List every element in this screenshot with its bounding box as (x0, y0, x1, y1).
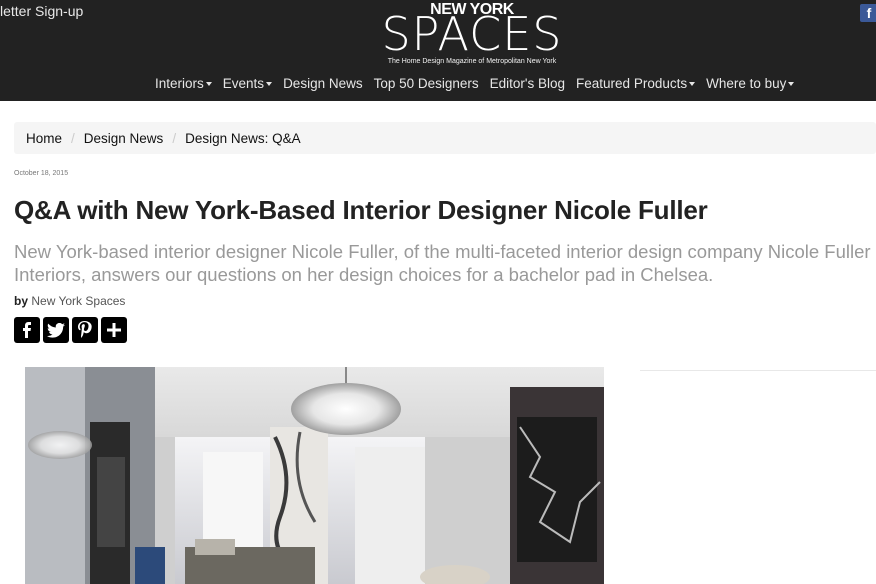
nav-item-where-to-buy[interactable]: Where to buy (706, 76, 795, 96)
caret-down-icon (788, 82, 795, 87)
article-byline: by New York Spaces (14, 294, 125, 308)
breadcrumb: Home / Design News / Design News: Q&A (14, 122, 876, 154)
author-link[interactable]: New York Spaces (31, 294, 125, 308)
more-share-icon[interactable] (101, 317, 127, 343)
breadcrumb-separator: / (71, 130, 75, 146)
site-logo[interactable]: NEW YORK SPACES The Home Design Magazine… (380, 2, 564, 72)
breadcrumb-home[interactable]: Home (26, 131, 62, 146)
nav-item-design-news[interactable]: Design News (283, 76, 363, 96)
sidebar-divider (640, 370, 876, 371)
nav-item-interiors[interactable]: Interiors (155, 76, 212, 96)
nav-label: Where to buy (706, 76, 787, 91)
nav-item-top-50-designers[interactable]: Top 50 Designers (374, 76, 479, 96)
twitter-share-icon[interactable] (43, 317, 69, 343)
breadcrumb-current: Design News: Q&A (185, 130, 301, 146)
main-nav: Interiors Events Design News Top 50 Desi… (155, 76, 805, 96)
nav-label: Interiors (155, 76, 204, 91)
caret-down-icon (266, 82, 273, 87)
nav-item-editors-blog[interactable]: Editor's Blog (490, 76, 565, 96)
facebook-share-icon[interactable] (14, 317, 40, 343)
nav-label: Featured Products (576, 76, 688, 91)
logo-main-text: SPACES (381, 7, 563, 61)
share-buttons (14, 317, 127, 343)
nav-item-events[interactable]: Events (222, 76, 273, 96)
caret-down-icon (205, 82, 212, 87)
site-header: letter Sign-up f NEW YORK SPACES The Hom… (0, 0, 876, 101)
logo-tagline: The Home Design Magazine of Metropolitan… (387, 58, 557, 65)
nav-label: Events (222, 76, 265, 91)
nav-item-featured-products[interactable]: Featured Products (576, 76, 696, 96)
facebook-icon[interactable]: f (860, 4, 876, 22)
breadcrumb-separator: / (172, 130, 177, 146)
article-subtitle: New York-based interior designer Nicole … (14, 241, 871, 285)
nav-label: Top 50 Designers (373, 76, 479, 91)
byline-label: by (14, 294, 29, 308)
caret-down-icon (689, 82, 696, 87)
pinterest-share-icon[interactable] (72, 317, 98, 343)
nav-label: Design News (283, 76, 363, 91)
nav-label: Editor's Blog (489, 76, 566, 91)
interior-photo (25, 367, 604, 584)
article-date: October 18, 2015 (14, 170, 69, 177)
article-title: Q&A with New York-Based Interior Designe… (14, 195, 708, 225)
breadcrumb-design-news[interactable]: Design News (84, 131, 164, 146)
newsletter-signup-link[interactable]: letter Sign-up (0, 3, 83, 19)
article-hero-image (25, 367, 604, 584)
